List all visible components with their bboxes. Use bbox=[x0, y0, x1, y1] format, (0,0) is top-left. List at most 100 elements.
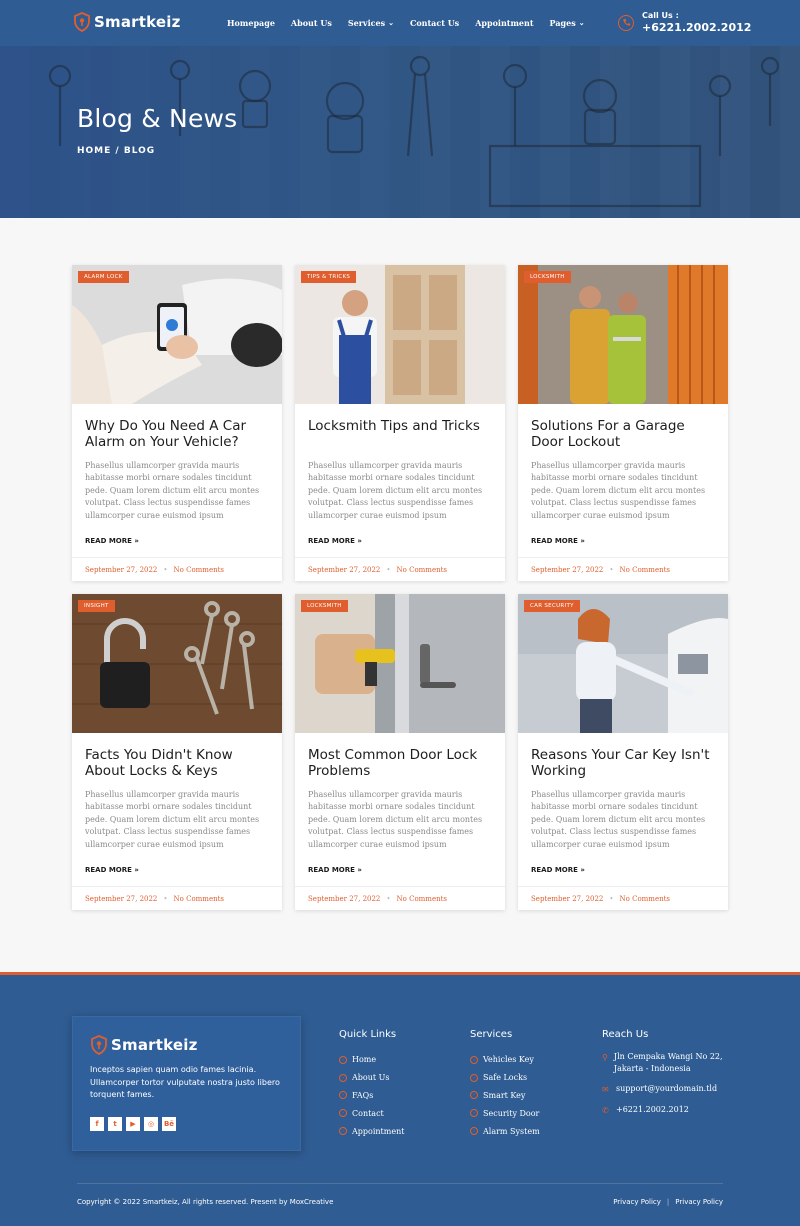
chevron-down-icon: ⌄ bbox=[578, 17, 585, 27]
service-link-smart-key[interactable]: › Smart Key bbox=[470, 1087, 540, 1105]
link-label: Contact bbox=[352, 1108, 384, 1118]
read-more-link[interactable]: READ MORE » bbox=[308, 537, 362, 545]
service-link-vehicles-key[interactable]: › Vehicles Key bbox=[470, 1051, 540, 1069]
post-comments[interactable]: No Comments bbox=[397, 895, 447, 903]
quick-link-appointment[interactable]: › Appointment bbox=[339, 1122, 404, 1140]
arrow-circle-icon: › bbox=[470, 1109, 478, 1118]
twitter-icon[interactable]: t bbox=[108, 1117, 122, 1131]
quick-link-contact[interactable]: › Contact bbox=[339, 1104, 404, 1122]
post-title[interactable]: Why Do You Need A Car Alarm on Your Vehi… bbox=[85, 418, 269, 456]
post-category-tag[interactable]: LOCKSMITH bbox=[524, 271, 571, 283]
post-category-tag[interactable]: CAR SECURITY bbox=[524, 600, 580, 612]
quick-link-home[interactable]: › Home bbox=[339, 1051, 404, 1069]
phone-text: +6221.2002.2012 bbox=[616, 1105, 689, 1114]
breadcrumb[interactable]: HOME / BLOG bbox=[77, 146, 155, 156]
footer-logo[interactable]: Smartkeiz bbox=[91, 1035, 198, 1055]
quick-link-about[interactable]: › About Us bbox=[339, 1069, 404, 1087]
address-item: ⚲ Jln Cempaka Wangi No 22, Jakarta - Indo… bbox=[602, 1051, 732, 1075]
post-comments[interactable]: No Comments bbox=[397, 566, 447, 574]
social-glyph: f bbox=[95, 1120, 99, 1128]
instagram-icon[interactable]: ◎ bbox=[144, 1117, 158, 1131]
link-label: Security Door bbox=[483, 1108, 540, 1118]
post-title[interactable]: Most Common Door Lock Problems bbox=[308, 747, 492, 785]
post-thumbnail[interactable]: CAR SECURITY bbox=[518, 594, 728, 733]
post-comments[interactable]: No Comments bbox=[620, 566, 670, 574]
social-links: f t ▶ ◎ Bē bbox=[90, 1117, 176, 1131]
post-comments[interactable]: No Comments bbox=[174, 566, 224, 574]
service-link-alarm-system[interactable]: › Alarm System bbox=[470, 1122, 540, 1140]
post-thumbnail[interactable]: INSIGHT bbox=[72, 594, 282, 733]
facebook-icon[interactable]: f bbox=[90, 1117, 104, 1131]
post-category-tag[interactable]: ALARM LOCK bbox=[78, 271, 129, 283]
service-link-security-door[interactable]: › Security Door bbox=[470, 1104, 540, 1122]
shield-key-icon bbox=[74, 12, 90, 32]
behance-icon[interactable]: Bē bbox=[162, 1117, 176, 1131]
post-title[interactable]: Locksmith Tips and Tricks bbox=[308, 418, 492, 456]
post-date[interactable]: September 27, 2022 bbox=[308, 566, 380, 574]
social-glyph: ◎ bbox=[147, 1120, 155, 1128]
email-item[interactable]: ✉ support@yourdomain.tld bbox=[602, 1083, 732, 1096]
privacy-policy-link[interactable]: Privacy Policy bbox=[613, 1198, 661, 1206]
post-category-tag[interactable]: TIPS & TRICKS bbox=[301, 271, 357, 283]
garage-door-photo bbox=[518, 265, 728, 404]
call-us[interactable]: Call Us : +6221.2002.2012 bbox=[618, 11, 751, 34]
read-more-link[interactable]: READ MORE » bbox=[531, 866, 585, 874]
nav-services[interactable]: Services ⌄ bbox=[348, 18, 394, 29]
phone-item[interactable]: ✆ +6221.2002.2012 bbox=[602, 1104, 732, 1117]
post-title[interactable]: Solutions For a Garage Door Lockout bbox=[531, 418, 715, 456]
arrow-circle-icon: › bbox=[339, 1073, 347, 1082]
post-thumbnail[interactable]: TIPS & TRICKS bbox=[295, 265, 505, 404]
post-date[interactable]: September 27, 2022 bbox=[308, 895, 380, 903]
nav-about-us[interactable]: About Us bbox=[291, 18, 332, 28]
post-excerpt: Phasellus ullamcorper gravida mauris hab… bbox=[308, 461, 483, 520]
post-title[interactable]: Reasons Your Car Key Isn't Working bbox=[531, 747, 715, 785]
post-meta: September 27, 2022 • No Comments bbox=[518, 557, 728, 581]
read-more-link[interactable]: READ MORE » bbox=[531, 537, 585, 545]
post-date[interactable]: September 27, 2022 bbox=[85, 566, 157, 574]
post-date[interactable]: September 27, 2022 bbox=[85, 895, 157, 903]
post-comments[interactable]: No Comments bbox=[174, 895, 224, 903]
social-glyph: t bbox=[113, 1120, 117, 1128]
youtube-icon[interactable]: ▶ bbox=[126, 1117, 140, 1131]
post-category-tag[interactable]: LOCKSMITH bbox=[301, 600, 348, 612]
post-comments[interactable]: No Comments bbox=[620, 895, 670, 903]
post-thumbnail[interactable]: ALARM LOCK bbox=[72, 265, 282, 404]
quick-link-faqs[interactable]: › FAQs bbox=[339, 1087, 404, 1105]
phone-icon bbox=[618, 14, 634, 31]
nav-contact-us[interactable]: Contact Us bbox=[410, 18, 459, 28]
post-meta: September 27, 2022 • No Comments bbox=[518, 886, 728, 910]
arrow-circle-icon: › bbox=[470, 1073, 478, 1082]
meta-separator: • bbox=[163, 894, 168, 903]
service-link-safe-locks[interactable]: › Safe Locks bbox=[470, 1069, 540, 1087]
footer-divider bbox=[77, 1183, 723, 1184]
post-category-tag[interactable]: INSIGHT bbox=[78, 600, 115, 612]
read-more-link[interactable]: READ MORE » bbox=[308, 866, 362, 874]
nav-pages[interactable]: Pages ⌄ bbox=[550, 17, 585, 29]
reach-us-title: Reach Us bbox=[602, 1029, 649, 1040]
meta-separator: • bbox=[609, 894, 614, 903]
nav-homepage[interactable]: Homepage bbox=[227, 18, 275, 28]
post-excerpt: Phasellus ullamcorper gravida mauris hab… bbox=[531, 461, 706, 520]
padlock-keys-photo bbox=[72, 594, 282, 733]
post-date[interactable]: September 27, 2022 bbox=[531, 566, 603, 574]
arrow-circle-icon: › bbox=[339, 1055, 347, 1064]
post-thumbnail[interactable]: LOCKSMITH bbox=[295, 594, 505, 733]
quick-links-title: Quick Links bbox=[339, 1029, 397, 1040]
site-logo[interactable]: Smartkeiz bbox=[74, 12, 181, 32]
post-thumbnail[interactable]: LOCKSMITH bbox=[518, 265, 728, 404]
read-more-link[interactable]: READ MORE » bbox=[85, 537, 139, 545]
read-more-link[interactable]: READ MORE » bbox=[85, 866, 139, 874]
nav-appointment[interactable]: Appointment bbox=[475, 18, 533, 28]
privacy-policy-link[interactable]: Privacy Policy bbox=[675, 1198, 723, 1206]
blog-card: TIPS & TRICKS Locksmith Tips and Tricks … bbox=[295, 265, 505, 581]
post-title[interactable]: Facts You Didn't Know About Locks & Keys bbox=[85, 747, 269, 785]
post-date[interactable]: September 27, 2022 bbox=[531, 895, 603, 903]
nav-label: About Us bbox=[290, 18, 332, 28]
post-excerpt: Phasellus ullamcorper gravida mauris hab… bbox=[531, 790, 706, 849]
blog-card: LOCKSMITH Solutions For a Garage Door Lo… bbox=[518, 265, 728, 581]
address-text: Jln Cempaka Wangi No 22, Jakarta - Indon… bbox=[613, 1052, 723, 1073]
blog-card: LOCKSMITH Most Common Door Lock Problems… bbox=[295, 594, 505, 910]
link-label: Alarm System bbox=[483, 1126, 540, 1136]
post-meta: September 27, 2022 • No Comments bbox=[72, 886, 282, 910]
envelope-icon: ✉ bbox=[602, 1085, 609, 1094]
